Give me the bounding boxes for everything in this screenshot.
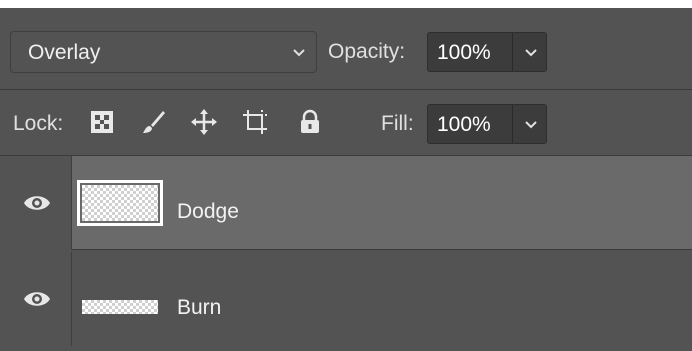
blend-mode-dropdown[interactable]: Overlay: [10, 31, 317, 73]
lock-image-pixels-icon[interactable]: [139, 108, 167, 136]
fill-value[interactable]: 100%: [437, 113, 491, 137]
eye-icon[interactable]: [23, 288, 51, 310]
blend-mode-value: Overlay: [28, 41, 101, 64]
visibility-cell[interactable]: [0, 156, 72, 250]
lock-all-icon[interactable]: [296, 108, 324, 136]
lock-artboard-icon[interactable]: [241, 108, 269, 136]
layer-name[interactable]: Dodge: [177, 200, 239, 224]
layer-name[interactable]: Burn: [177, 296, 221, 320]
lock-label: Lock:: [13, 112, 64, 135]
fill-dropdown-chevron-icon[interactable]: [524, 118, 538, 132]
layers-panel: Overlay Opacity: 100% Lock: Fill: 100% D…: [0, 8, 692, 351]
opacity-divider: [512, 33, 513, 71]
fill-field[interactable]: 100%: [427, 104, 547, 144]
layer-thumbnail-selected[interactable]: [77, 180, 163, 226]
lock-row: Lock: Fill: 100%: [0, 90, 692, 156]
blend-row: Overlay Opacity: 100%: [0, 8, 692, 90]
fill-divider: [512, 105, 513, 143]
lock-position-icon[interactable]: [190, 108, 218, 136]
layer-thumbnail[interactable]: [82, 300, 158, 314]
lock-transparent-pixels-icon[interactable]: [88, 108, 116, 136]
visibility-cell[interactable]: [0, 252, 72, 346]
opacity-value[interactable]: 100%: [437, 41, 491, 65]
eye-icon[interactable]: [23, 192, 51, 214]
layer-row-burn[interactable]: Burn: [0, 252, 692, 346]
opacity-dropdown-chevron-icon[interactable]: [524, 46, 538, 60]
transparency-checker: [82, 185, 158, 221]
opacity-label: Opacity:: [328, 40, 406, 63]
opacity-field[interactable]: 100%: [427, 32, 547, 72]
layer-row-dodge[interactable]: Dodge: [0, 156, 692, 250]
fill-label: Fill:: [381, 112, 414, 135]
chevron-down-icon: [293, 49, 305, 57]
